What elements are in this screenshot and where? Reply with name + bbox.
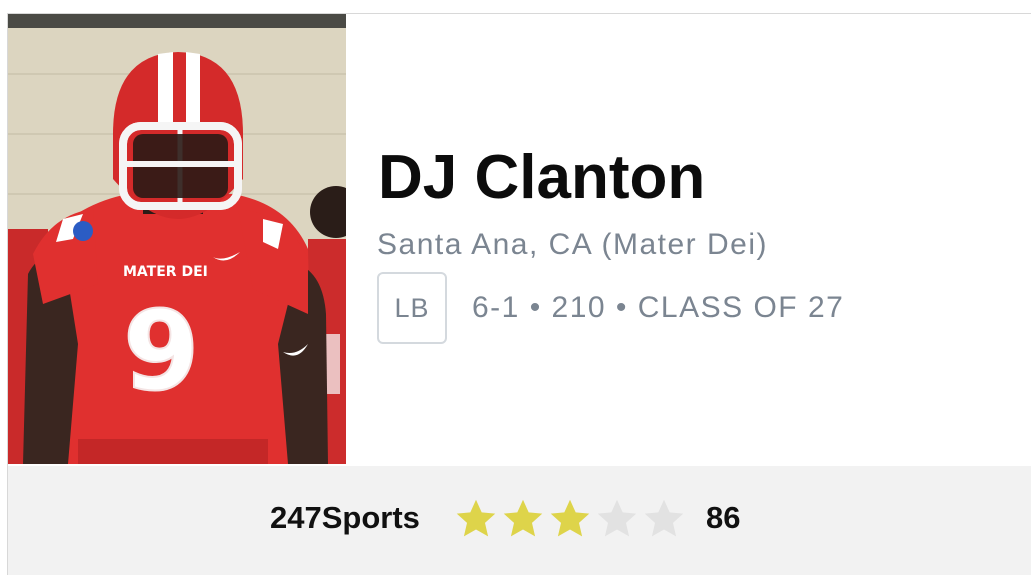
star-empty-icon (597, 499, 637, 537)
star-filled-icon (550, 499, 590, 537)
jersey-lettering: MATER DEI (123, 264, 208, 280)
player-name: DJ Clanton (378, 143, 706, 212)
player-hometown: Santa Ana, CA (Mater Dei) (377, 228, 768, 261)
player-photo: MATER DEI 9 (8, 14, 346, 464)
jersey-number: 9 (123, 287, 200, 415)
position-badge: LB (377, 272, 447, 344)
star-empty-icon (644, 499, 684, 537)
star-filled-icon (456, 499, 496, 537)
player-vitals: 6-1 • 210 • CLASS OF 27 (472, 291, 845, 324)
rating-source: 247Sports (270, 500, 420, 535)
player-card: MATER DEI 9 DJ Clanton Santa Ana, CA (Ma… (7, 13, 1031, 575)
star-filled-icon (503, 499, 543, 537)
rating-score: 86 (706, 500, 741, 535)
player-photo-illustration: MATER DEI 9 (8, 14, 346, 464)
star-rating (454, 497, 686, 541)
